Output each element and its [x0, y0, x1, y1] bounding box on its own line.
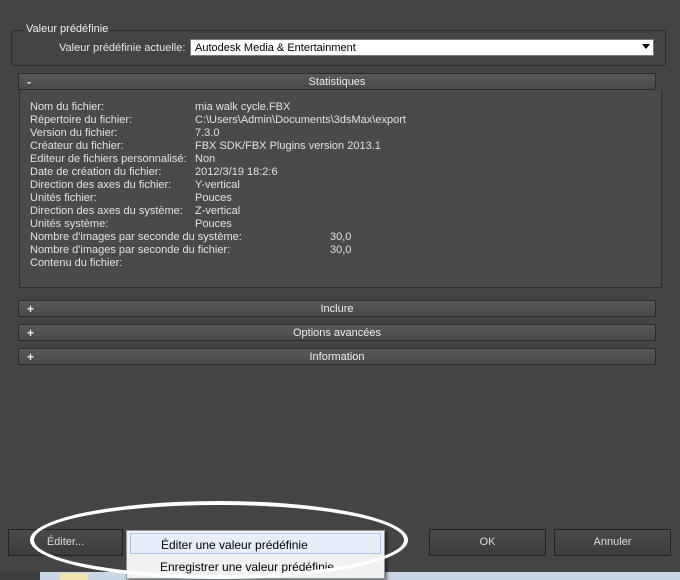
current-preset-dropdown[interactable]: Autodesk Media & Entertainment [190, 39, 654, 56]
stat-value: FBX SDK/FBX Plugins version 2013.1 [195, 140, 381, 152]
rollout-information-title: Information [309, 351, 365, 363]
rollout-statistics-title: Statistiques [308, 76, 366, 88]
rollout-include-title: Inclure [320, 303, 354, 315]
stat-label: Nom du fichier: [30, 101, 104, 113]
stat-value: Y-vertical [195, 179, 240, 191]
rollout-statistics[interactable]: - Statistiques [18, 73, 656, 90]
stat-value: 2012/3/19 18:2:6 [195, 166, 278, 178]
stat-label: Unités système: [30, 218, 109, 230]
stat-value: Pouces [195, 218, 232, 230]
stat-value: mia walk cycle.FBX [195, 101, 291, 113]
rollout-information[interactable]: + Information [18, 348, 656, 365]
current-preset-value: Autodesk Media & Entertainment [195, 42, 356, 54]
taskbar-folder-icon[interactable] [60, 573, 88, 580]
rollout-advanced-options[interactable]: + Options avancées [18, 324, 656, 341]
stat-label: Editeur de fichiers personnalisé: [30, 153, 187, 165]
taskbar-edge [0, 572, 40, 580]
rollout-include[interactable]: + Inclure [18, 300, 656, 317]
preset-group-title: Valeur prédéfinie [24, 23, 111, 35]
stat-value: 30,0 [330, 231, 352, 243]
stat-value: Pouces [195, 192, 232, 204]
stat-label: Nombre d'images par seconde du système: [30, 231, 242, 243]
stat-value: 30,0 [330, 244, 352, 256]
stat-value: C:\Users\Admin\Documents\3dsMax\export [195, 114, 406, 126]
stat-label: Date de création du fichier: [30, 166, 162, 178]
chevron-down-icon[interactable] [642, 44, 650, 49]
stat-label: Direction des axes du fichier: [30, 179, 172, 191]
stat-value: Non [195, 153, 216, 165]
stat-label: Créateur du fichier: [30, 140, 124, 152]
highlight-ellipse [30, 501, 408, 579]
stat-label: Contenu du fichier: [30, 257, 123, 269]
stat-label: Version du fichier: [30, 127, 118, 139]
stat-value: 7.3.0 [195, 127, 220, 139]
stat-value: Z-vertical [195, 205, 241, 217]
stat-label: Nombre d'images par seconde du fichier: [30, 244, 231, 256]
current-preset-label: Valeur prédéfinie actuelle: [59, 42, 186, 54]
stat-label: Unités fichier: [30, 192, 97, 204]
ok-button[interactable]: OK [429, 529, 546, 556]
stat-label: Direction des axes du système: [30, 205, 183, 217]
stat-label: Répertoire du fichier: [30, 114, 133, 126]
cancel-button[interactable]: Annuler [554, 529, 671, 556]
rollout-advanced-options-title: Options avancées [292, 327, 382, 339]
